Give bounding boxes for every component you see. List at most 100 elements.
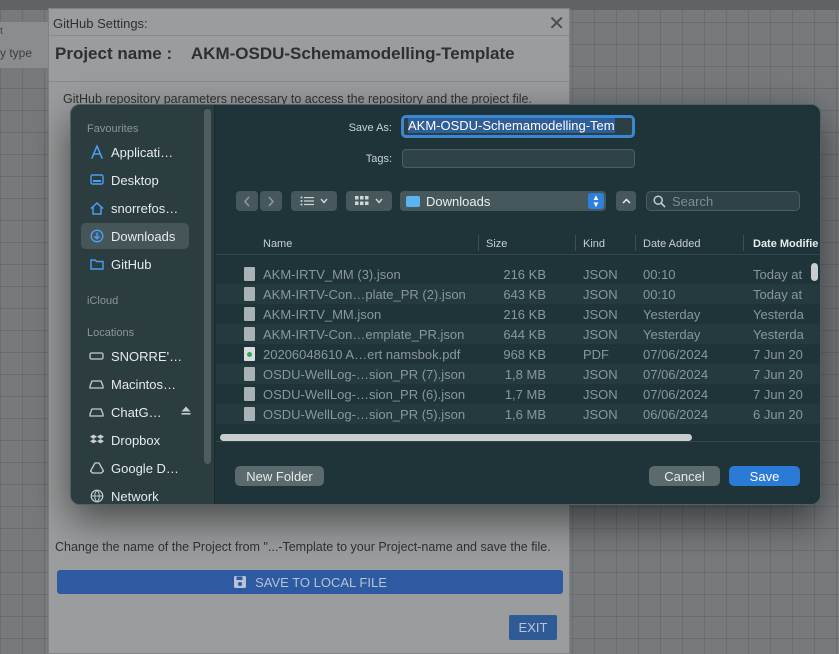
cell-modified: 6 Jun 20 [753,407,803,422]
location-select[interactable]: Downloads ▲ ▼ [400,191,606,211]
eject-icon[interactable] [181,406,191,418]
cell-kind: JSON [583,307,618,322]
floppy-disk-icon [234,576,247,588]
chevron-left-icon [243,196,250,206]
sidebar-item-google-drive[interactable]: Google D… [81,455,189,481]
grid-view-button[interactable] [346,191,392,211]
table-row[interactable]: OSDU-WellLog-…sion_PR (6).json 1,7 MB JSON… [216,384,820,404]
sidebar-item-label: Macintos… [111,376,177,392]
table-row[interactable]: OSDU-WellLog-…sion_PR (7).json 1,8 MB JSON… [216,364,820,384]
sidebar-item-applications[interactable]: Applicati… [81,139,189,165]
cell-modified: Yesterda [753,327,804,342]
column-divider [635,235,636,251]
cell-kind: JSON [583,287,618,302]
cell-name: OSDU-WellLog-…sion_PR (5).json [263,407,466,422]
sidebar-item-label: Google D… [111,460,179,476]
sidebar-item-label: Desktop [111,172,159,188]
column-date-added[interactable]: Date Added [643,238,701,250]
cell-name: AKM-IRTV_MM.json [263,307,382,322]
file-list-vertical-scrollbar[interactable] [811,263,818,281]
sidebar-item-home[interactable]: snorrefos… [81,195,189,221]
save-to-local-file-button[interactable]: SAVE TO LOCAL FILE [57,570,563,594]
file-list-horizontal-scrollbar[interactable] [220,434,692,441]
left-panel-label: y type [0,46,33,60]
dialog-sidebar: Favourites Applicati… Desktop snorrefos…… [71,105,215,504]
save-to-local-file-label: SAVE TO LOCAL FILE [255,574,387,590]
network-icon [89,489,104,503]
new-folder-button[interactable]: New Folder [235,466,324,486]
search-input[interactable]: Search [646,191,800,211]
drive-icon [89,351,104,361]
sidebar-item-macintosh-hd[interactable]: Macintos… [81,371,189,397]
cell-modified: Yesterda [753,307,804,322]
search-placeholder: Search [672,193,714,209]
table-row[interactable]: AKM-IRTV-Con…plate_PR (2).json 643 KB JSON… [216,284,820,304]
sidebar-item-label: Network [111,488,159,504]
expand-collapse-button[interactable] [616,191,636,211]
column-divider [743,235,744,251]
cell-added: Yesterday [643,307,701,322]
sidebar-item-chatgpt[interactable]: ChatG… [81,399,191,425]
column-divider [575,235,576,251]
sidebar-scrollbar[interactable] [204,109,211,464]
project-heading: Project name : AKM-OSDU-Schemamodelling-… [55,44,515,64]
left-panel-label-top: t [0,26,3,37]
cell-modified: Today at [753,287,803,302]
sidebar-item-github[interactable]: GitHub [81,251,189,277]
chevron-up-icon [621,198,631,204]
cell-name: 20206048610 A…ert namsbok.pdf [263,347,461,362]
cell-added: 07/06/2024 [643,367,709,382]
cell-modified: 7 Jun 20 [753,347,803,362]
dropbox-icon [89,434,104,446]
table-row[interactable]: 20206048610 A…ert namsbok.pdf 968 KB PDF 07… [216,344,820,364]
back-button[interactable] [236,191,258,211]
sidebar-item-label: snorrefos… [111,200,179,216]
sidebar-item-label: ChatG… [111,404,162,420]
downloads-icon [89,229,104,243]
save-as-input[interactable]: AKM-OSDU-Schemamodelling-Tem [401,115,635,138]
cell-kind: JSON [583,267,618,282]
cell-added: 00:10 [643,287,676,302]
close-icon[interactable]: ✕ [548,11,565,36]
file-list: Name Size Kind Date Added Date Modifie A… [216,231,820,441]
cell-name: OSDU-WellLog-…sion_PR (6).json [263,387,466,402]
cell-size: 1,7 MB [504,387,546,402]
sidebar-item-snorre-drive[interactable]: SNORRE'… [81,343,189,369]
cell-kind: JSON [583,387,618,402]
table-row[interactable]: AKM-IRTV_MM.json 216 KB JSON Yesterday Yeste… [216,304,820,324]
cancel-button[interactable]: Cancel [649,466,720,486]
column-kind[interactable]: Kind [583,238,605,250]
cell-size: 644 KB [503,327,546,342]
sidebar-item-network[interactable]: Network [81,483,189,504]
chevron-right-icon [268,196,275,206]
sidebar-item-label: Dropbox [111,432,161,448]
column-name[interactable]: Name [263,238,292,250]
table-row[interactable]: OSDU-WellLog-…sion_PR (5).json 1,6 MB JSON… [216,404,820,424]
desktop-icon [89,174,104,186]
json-file-icon [244,327,255,341]
column-date-modified[interactable]: Date Modifie [753,238,818,250]
sidebar-section-locations: Locations [87,327,135,339]
forward-button[interactable] [260,191,282,211]
table-row[interactable]: AKM-IRTV-Con…emplate_PR.json 644 KB JSON Ye… [216,324,820,344]
tags-input[interactable] [402,149,635,168]
list-view-icon [300,196,314,206]
column-size[interactable]: Size [486,238,507,250]
exit-button[interactable]: EXIT [509,615,557,640]
sidebar-item-dropbox[interactable]: Dropbox [81,427,189,453]
sidebar-item-desktop[interactable]: Desktop [81,167,189,193]
cell-name: AKM-IRTV-Con…emplate_PR.json [263,327,465,342]
cell-modified: 7 Jun 20 [753,387,803,402]
sidebar-item-downloads[interactable]: Downloads [81,223,189,249]
list-view-button[interactable] [291,191,337,211]
applications-icon [89,145,104,159]
cell-name: AKM-IRTV-Con…plate_PR (2).json [263,287,466,302]
left-panel [0,22,50,68]
cell-size: 1,8 MB [504,367,546,382]
grid-view-icon [355,196,369,205]
save-button[interactable]: Save [729,466,800,486]
cell-size: 1,6 MB [504,407,546,422]
table-row[interactable]: AKM-IRTV_MM (3).json 216 KB JSON 00:10 Today… [216,264,820,284]
divider [49,81,569,82]
column-divider [478,235,479,251]
